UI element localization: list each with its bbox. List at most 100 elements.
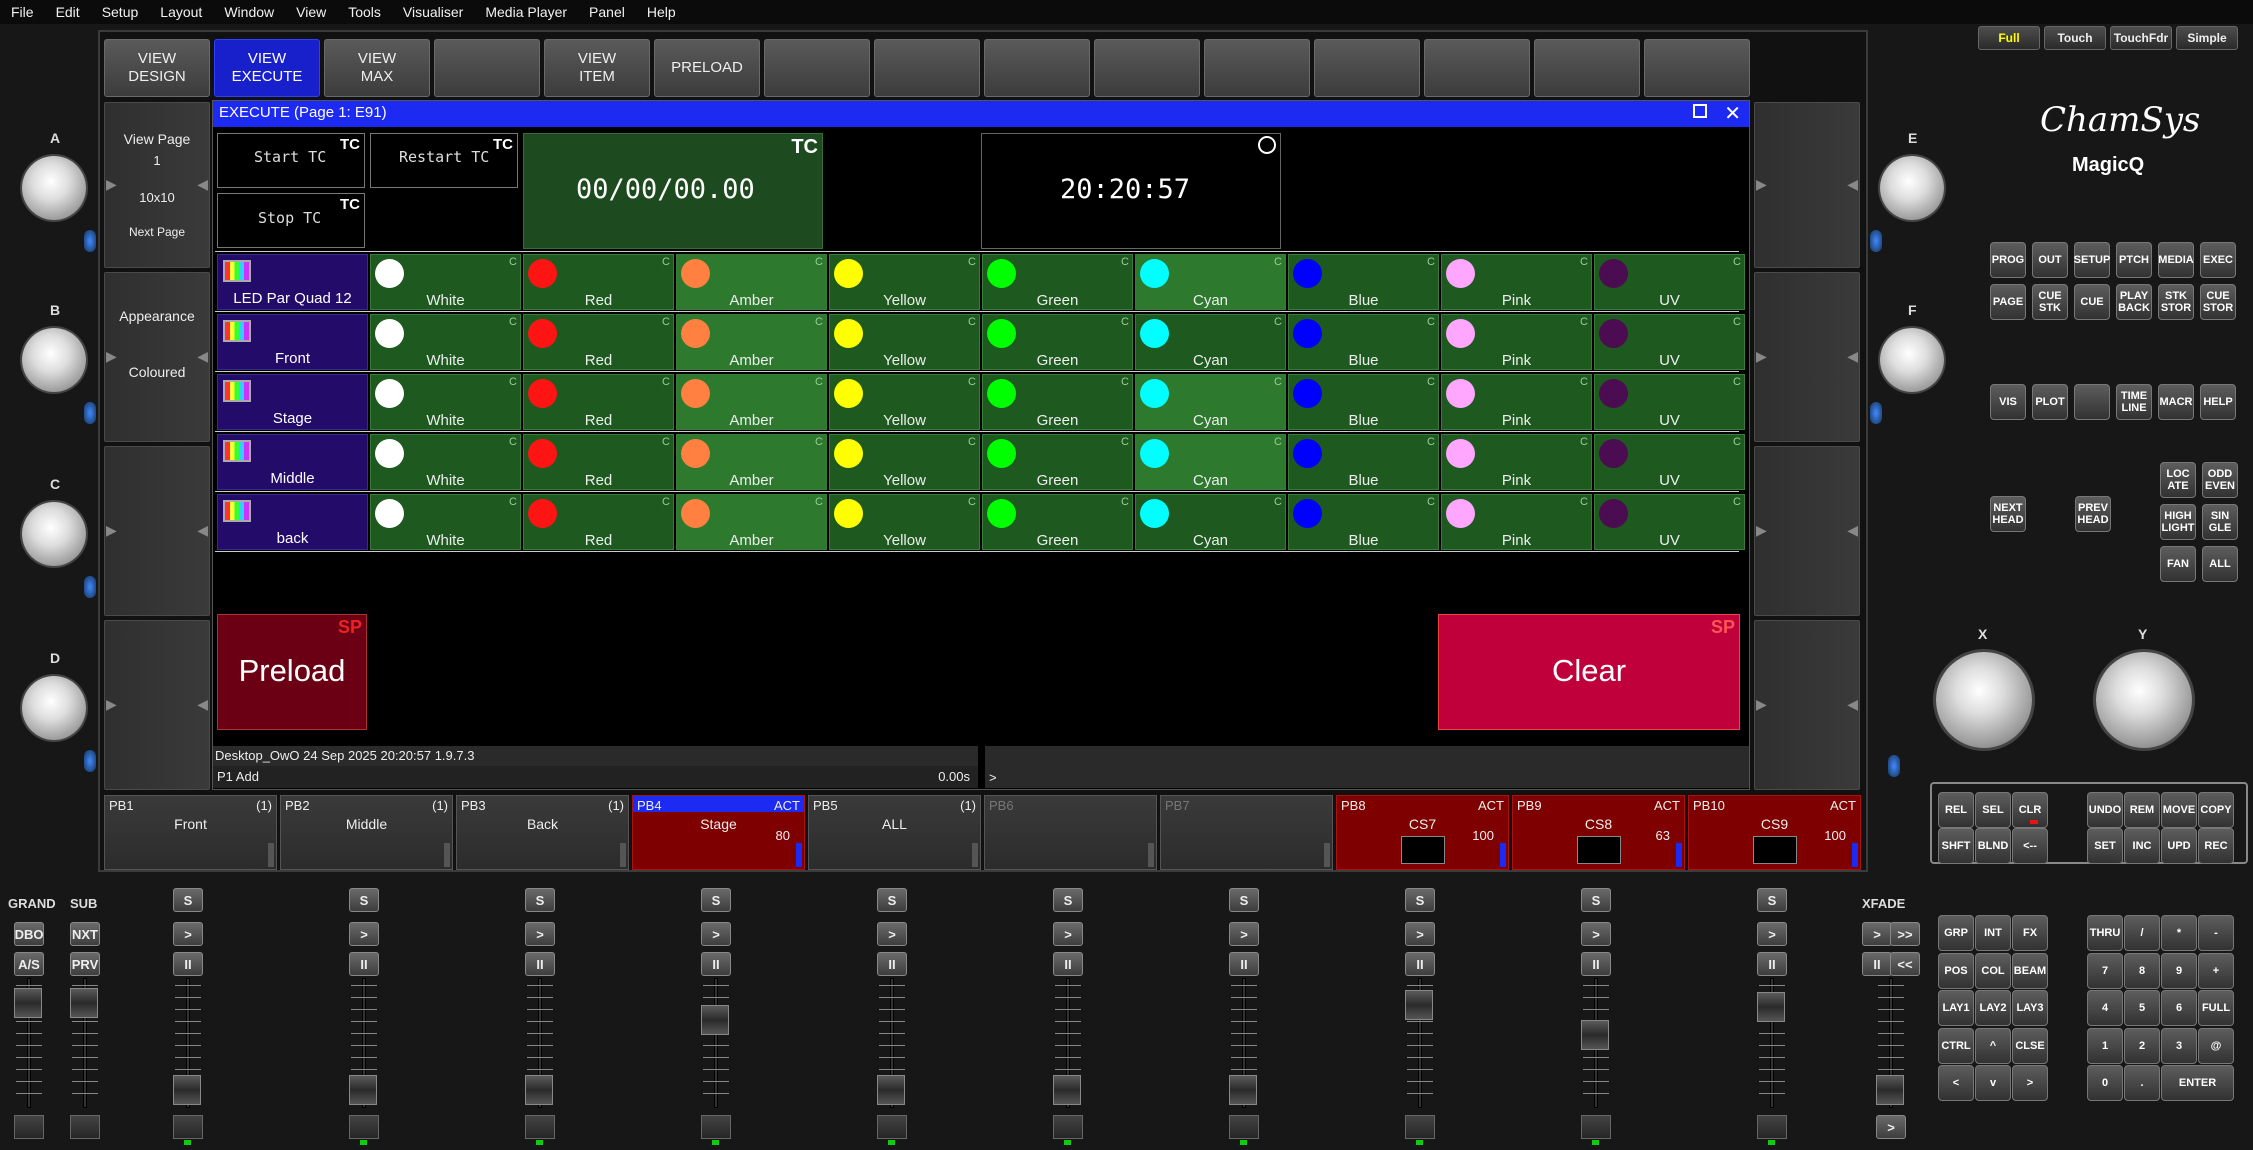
playback-5[interactable]: PB5 (1) ALL (808, 795, 981, 870)
mode-button-simple[interactable]: Simple (2176, 26, 2238, 50)
xfade-fader[interactable] (1876, 1075, 1904, 1105)
key-r3-0[interactable]: VIS (1990, 384, 2026, 420)
playback-fader[interactable] (1581, 1020, 1609, 1050)
encoder-f-wheel[interactable] (1880, 328, 1944, 392)
key-r1-2[interactable]: SETUP (2074, 242, 2110, 278)
dbo-button[interactable]: DBO (14, 922, 44, 946)
playback-fader[interactable] (173, 1075, 201, 1105)
key-n-10[interactable]: 6 (2161, 990, 2197, 1026)
colour-cell[interactable]: C Pink (1441, 314, 1592, 370)
playback-fader[interactable] (1053, 1075, 1081, 1105)
key-n-17[interactable]: . (2124, 1065, 2160, 1101)
prv-button[interactable]: PRV (70, 952, 100, 976)
colour-cell[interactable]: C Cyan (1135, 494, 1286, 550)
key-r3-2[interactable] (2074, 384, 2110, 420)
select-button[interactable]: S (1053, 888, 1083, 912)
side-slot[interactable]: ▶ ◀ (104, 620, 210, 790)
key-r1-0[interactable]: PROG (1990, 242, 2026, 278)
playback-9[interactable]: PB9 ACT CS8 63 (1512, 795, 1685, 870)
encoder-x-wheel[interactable] (1936, 652, 2032, 748)
colour-cell[interactable]: C Blue (1288, 254, 1439, 310)
colour-cell[interactable]: C Red (523, 314, 674, 370)
colour-cell[interactable]: C Red (523, 254, 674, 310)
encoder-e-wheel[interactable] (1880, 156, 1944, 220)
playback-1[interactable]: PB1 (1) Front (104, 795, 277, 870)
select-button[interactable]: S (349, 888, 379, 912)
key-n-5[interactable]: 8 (2124, 952, 2160, 989)
go-button[interactable]: > (525, 922, 555, 946)
playback-10[interactable]: PB10 ACT CS9 100 (1688, 795, 1861, 870)
xfade-pause-button[interactable]: II (1862, 952, 1892, 976)
key-p-0[interactable]: GRP (1938, 915, 1974, 951)
colour-cell[interactable]: C Cyan (1135, 254, 1286, 310)
select-button[interactable]: S (173, 888, 203, 912)
select-button[interactable]: S (1229, 888, 1259, 912)
clear-button[interactable]: Clear SP (1438, 614, 1740, 730)
mode-button-touch[interactable]: Touch (2044, 26, 2106, 50)
pause-button[interactable]: II (1581, 952, 1611, 976)
colour-cell[interactable]: C Cyan (1135, 434, 1286, 490)
key-r2-3[interactable]: PLAY BACK (2116, 284, 2152, 320)
playback-fader[interactable] (349, 1075, 377, 1105)
start-tc-button[interactable]: Start TC TC (217, 133, 365, 188)
view-tab-3[interactable] (434, 39, 540, 97)
key-n-0[interactable]: THRU (2087, 915, 2123, 951)
playback-2[interactable]: PB2 (1) Middle (280, 795, 453, 870)
encoder-b-wheel[interactable] (22, 328, 86, 392)
key-u2-3[interactable]: REC (2198, 828, 2234, 864)
flash-button[interactable] (525, 1115, 555, 1139)
key-e2-0[interactable]: SHFT (1938, 828, 1974, 864)
side-slot[interactable]: ▶ ◀ (1754, 102, 1860, 268)
flash-button[interactable] (701, 1115, 731, 1139)
key-r2-1[interactable]: CUE STK (2032, 284, 2068, 320)
menu-item-3[interactable]: Layout (149, 4, 213, 20)
key-u1-0[interactable]: UNDO (2087, 792, 2123, 828)
key-n-12[interactable]: 1 (2087, 1027, 2123, 1064)
playback-4[interactable]: PB4 ACT Stage 80 (632, 795, 805, 870)
key-head-5[interactable]: ALL (2202, 546, 2238, 582)
menu-item-6[interactable]: Tools (337, 4, 392, 20)
restore-icon[interactable] (1693, 104, 1707, 118)
playback-7[interactable]: PB7 (1160, 795, 1333, 870)
playback-6[interactable]: PB6 (984, 795, 1157, 870)
key-u1-1[interactable]: REM (2124, 792, 2160, 828)
key-n-8[interactable]: 4 (2087, 990, 2123, 1026)
key-u2-2[interactable]: UPD (2161, 828, 2197, 864)
key-r1-1[interactable]: OUT (2032, 242, 2068, 278)
page-selector[interactable]: ▶ ◀ View Page 1 10x10 Next Page (104, 102, 210, 268)
playback-3[interactable]: PB3 (1) Back (456, 795, 629, 870)
colour-cell[interactable]: C White (370, 494, 521, 550)
colour-cell[interactable]: C UV (1594, 314, 1745, 370)
flash-button[interactable] (1053, 1115, 1083, 1139)
colour-cell[interactable]: C Yellow (829, 494, 980, 550)
stop-tc-button[interactable]: Stop TC TC (217, 193, 365, 248)
colour-cell[interactable]: C Green (982, 434, 1133, 490)
key-u1-2[interactable]: MOVE (2161, 792, 2197, 828)
menu-item-8[interactable]: Media Player (474, 4, 578, 20)
flash-button[interactable] (70, 1115, 100, 1139)
mode-button-touchfdr[interactable]: TouchFdr (2110, 26, 2172, 50)
key-p-5[interactable]: BEAM (2012, 952, 2048, 989)
colour-cell[interactable]: C Pink (1441, 494, 1592, 550)
command-line[interactable]: P1 Add 0.00s (213, 766, 978, 788)
view-tab-14[interactable] (1644, 39, 1750, 97)
colour-cell[interactable]: C Pink (1441, 434, 1592, 490)
colour-cell[interactable]: C Amber (676, 494, 827, 550)
side-slot[interactable]: ▶ ◀ (1754, 272, 1860, 442)
key-head-4[interactable]: FAN (2160, 546, 2196, 582)
side-slot[interactable]: ▶ ◀ (1754, 620, 1860, 790)
colour-cell[interactable]: C Yellow (829, 374, 980, 430)
key-e1-1[interactable]: SEL (1975, 792, 2011, 828)
select-button[interactable]: S (701, 888, 731, 912)
view-tab-5[interactable]: PRELOAD (654, 39, 760, 97)
colour-cell[interactable]: C Yellow (829, 314, 980, 370)
key-n-11[interactable]: FULL (2198, 990, 2234, 1026)
group-cell[interactable]: back (217, 494, 368, 550)
view-tab-2[interactable]: VIEW MAX (324, 39, 430, 97)
key-p-2[interactable]: FX (2012, 915, 2048, 951)
select-button[interactable]: S (525, 888, 555, 912)
menu-item-2[interactable]: Setup (91, 4, 150, 20)
go-button[interactable]: > (173, 922, 203, 946)
key-p-11[interactable]: CLSE (2012, 1027, 2048, 1064)
view-tab-8[interactable] (984, 39, 1090, 97)
